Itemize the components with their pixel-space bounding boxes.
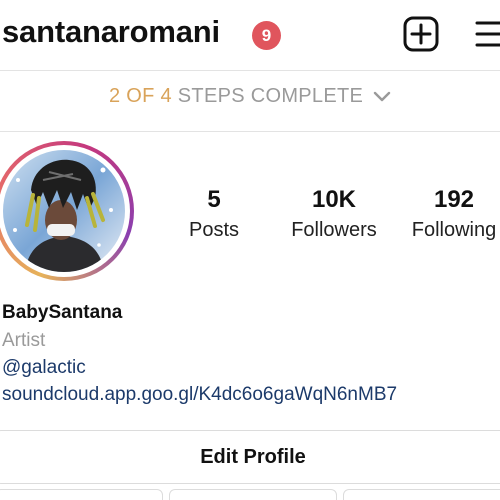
hamburger-menu-icon [475,21,500,47]
display-name: BabySantana [2,302,123,323]
avatar-frame [0,145,130,277]
steps-progress: 2 OF 4 [108,85,172,107]
following-stat[interactable]: 192 Following [405,185,500,245]
account-username[interactable]: santanaromani [2,14,220,50]
story-ring[interactable] [0,141,134,281]
avatar-image [3,150,125,272]
banner-divider [0,131,500,132]
steps-label: STEPS COMPLETE [177,85,364,107]
posts-stat[interactable]: 5 Posts [185,185,243,245]
steps-complete-banner[interactable]: 2 OF 4 STEPS COMPLETE [0,85,500,115]
posts-count: 5 [207,186,221,213]
posts-label: Posts [188,219,240,241]
avatar[interactable] [3,150,125,272]
secondary-action-button[interactable] [0,489,163,500]
following-label: Following [411,219,497,241]
followers-count: 10K [311,186,357,213]
notification-badge[interactable]: 9 [252,21,281,50]
profile-category: Artist [2,330,46,351]
header-divider [0,70,500,71]
edit-profile-button[interactable]: Edit Profile [0,430,500,484]
profile-screen: santanaromani 9 2 OF 4 STEPS COMPLETE 5 … [0,0,500,500]
bio-website-link[interactable]: soundcloud.app.goo.gl/K4dc6o6gaWqN6nMB7 [2,384,397,406]
menu-button[interactable] [474,17,500,51]
following-count: 192 [433,186,475,213]
chevron-down-icon [373,91,391,101]
followers-label: Followers [291,219,377,241]
plus-square-icon [403,16,439,52]
secondary-action-button[interactable] [343,489,500,500]
profile-header: santanaromani 9 [0,0,500,70]
new-post-button[interactable] [403,16,439,52]
bio-mention-link[interactable]: @galactic [2,357,86,379]
secondary-action-button[interactable] [169,489,337,500]
followers-stat[interactable]: 10K Followers [286,185,382,245]
